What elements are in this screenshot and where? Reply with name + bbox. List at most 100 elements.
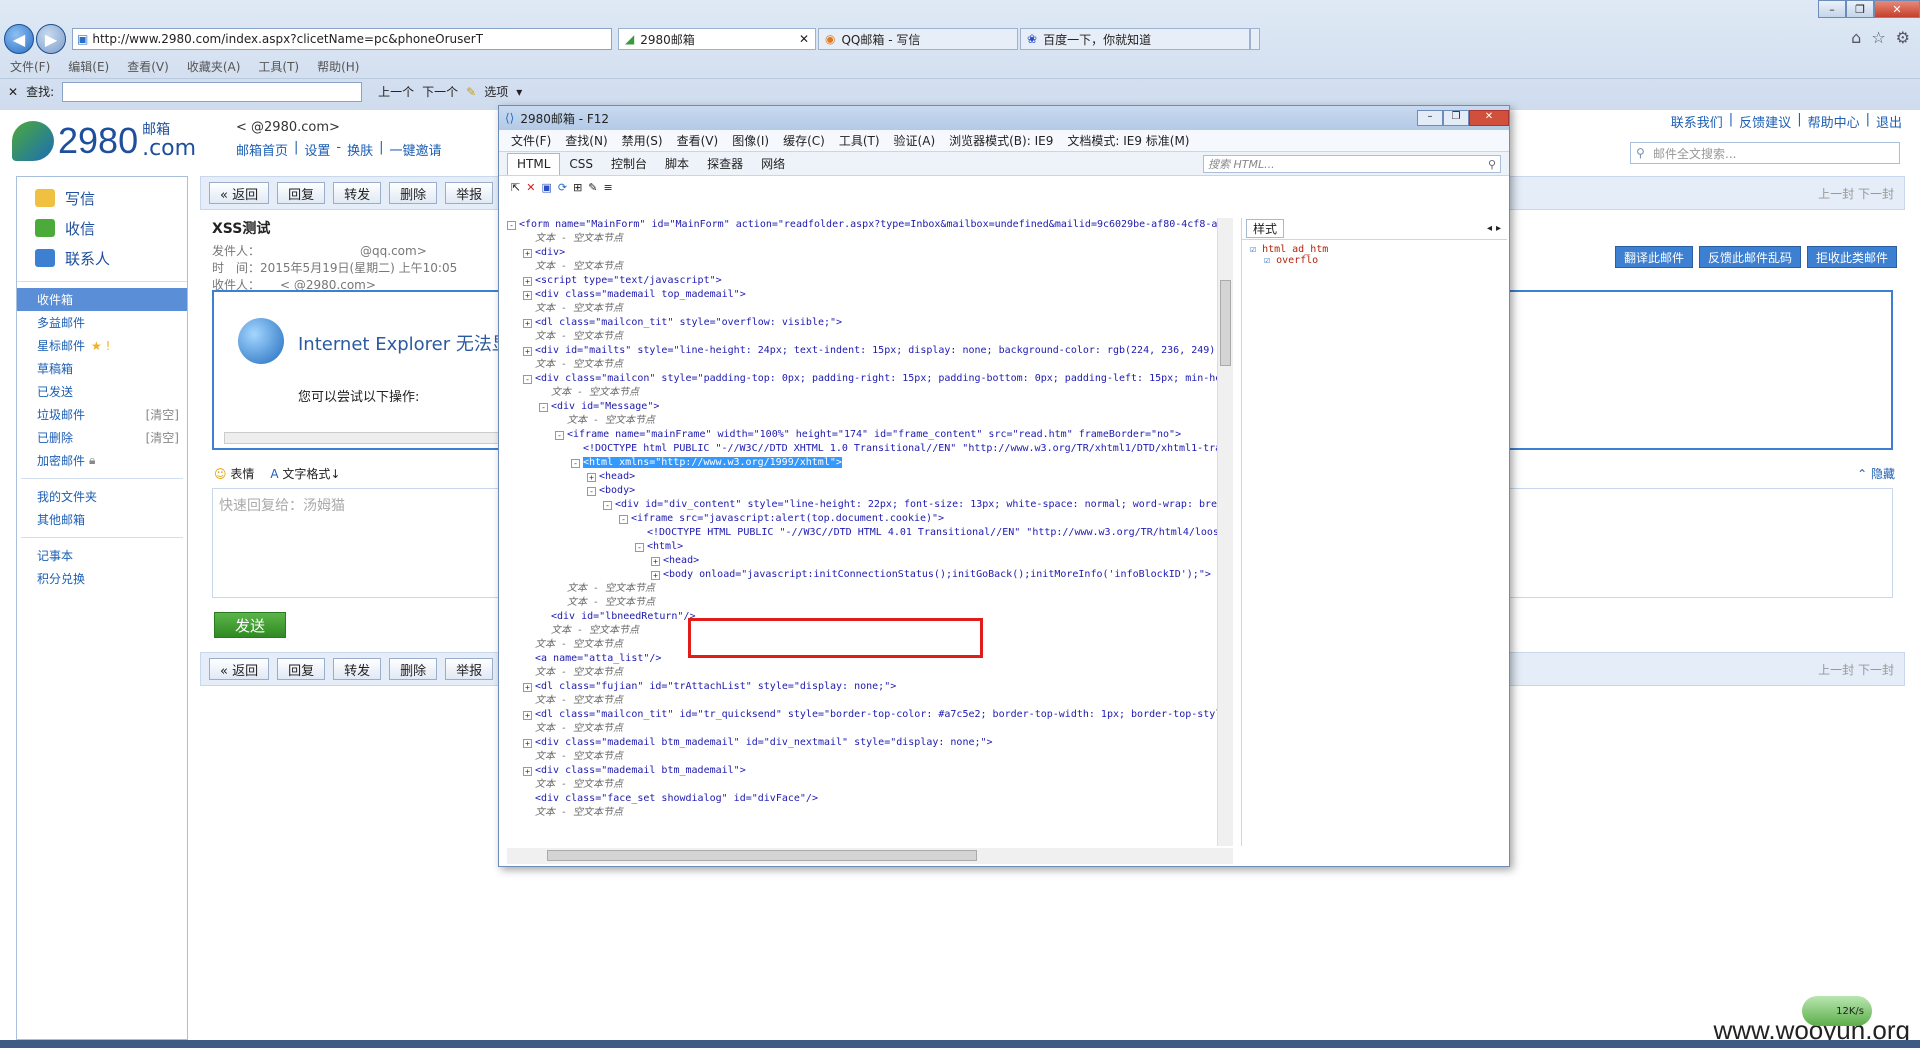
dom-tree-row[interactable]: 文本 - 空文本节点 bbox=[507, 666, 1223, 680]
compose-button[interactable]: 写信 bbox=[17, 183, 187, 213]
html-search-input[interactable]: 搜索 HTML... ⚲ bbox=[1203, 155, 1501, 173]
pager-links[interactable]: 上一封 下一封 bbox=[1818, 185, 1894, 202]
collapse-icon[interactable]: - bbox=[619, 515, 628, 524]
expand-icon[interactable]: + bbox=[523, 711, 532, 720]
collapse-icon[interactable]: - bbox=[587, 487, 596, 496]
dev-menu-disable[interactable]: 禁用(S) bbox=[622, 132, 663, 149]
pager-links[interactable]: 上一封 下一封 bbox=[1818, 661, 1894, 678]
menu-view[interactable]: 查看(V) bbox=[127, 58, 169, 75]
select-element-icon[interactable]: ⇱ bbox=[511, 181, 520, 194]
dom-tree-row[interactable]: 文本 - 空文本节点 bbox=[507, 386, 1223, 400]
find-input[interactable] bbox=[62, 81, 363, 102]
dom-tree-row[interactable]: - <html> bbox=[507, 540, 1223, 554]
forward-icon[interactable]: ▶ bbox=[36, 24, 66, 54]
collapse-button[interactable]: ⌃ 隐藏 bbox=[1857, 465, 1895, 482]
maximize-button[interactable]: ❐ bbox=[1443, 110, 1469, 126]
dom-tree-row[interactable]: 文本 - 空文本节点 bbox=[507, 694, 1223, 708]
close-button[interactable]: ✕ bbox=[1874, 0, 1920, 18]
dom-tree-row[interactable]: - <body> bbox=[507, 484, 1223, 498]
tab-profiler[interactable]: 探查器 bbox=[698, 153, 752, 175]
sidebar-item-notes[interactable]: 记事本 bbox=[17, 544, 187, 567]
dom-tree-row[interactable]: 文本 - 空文本节点 bbox=[507, 260, 1223, 274]
tab-console[interactable]: 控制台 bbox=[602, 153, 656, 175]
dom-tree-row[interactable]: <!DOCTYPE html PUBLIC "-//W3C//DTD XHTML… bbox=[507, 442, 1223, 456]
dom-tree-row[interactable]: - <iframe name="mainFrame" width="100%" h… bbox=[507, 428, 1223, 442]
tab-qq[interactable]: ◉ QQ邮箱 - 写信 bbox=[818, 28, 1018, 50]
link-feedback[interactable]: 反馈建议 bbox=[1739, 112, 1791, 131]
link-logout[interactable]: 退出 bbox=[1876, 112, 1902, 131]
sidebar-item-points[interactable]: 积分兑换 bbox=[17, 567, 187, 590]
back-icon[interactable]: ◀ bbox=[4, 24, 34, 54]
link-skin[interactable]: 换肤 bbox=[347, 140, 373, 159]
sidebar-item-sent[interactable]: 已发送 bbox=[17, 380, 187, 403]
sidebar-item-inbox[interactable]: 收件箱 bbox=[17, 288, 187, 311]
dom-tree-row[interactable]: - <div id="div_content" style="line-heigh… bbox=[507, 498, 1223, 512]
home-icon[interactable]: ⌂ bbox=[1851, 28, 1861, 47]
frame-scrollbar[interactable] bbox=[224, 432, 504, 444]
menu-help[interactable]: 帮助(H) bbox=[317, 58, 359, 75]
tree-horizontal-scrollbar[interactable] bbox=[507, 848, 1233, 864]
find-prev-button[interactable]: 上一个 bbox=[378, 83, 414, 100]
dev-menu-cache[interactable]: 缓存(C) bbox=[783, 132, 825, 149]
dom-tree-row[interactable]: 文本 - 空文本节点 bbox=[507, 722, 1223, 736]
dom-tree-row[interactable]: + <div class="mademail btm_mademail"> bbox=[507, 764, 1223, 778]
collapse-icon[interactable]: - bbox=[539, 403, 548, 412]
style-rule[interactable]: ☑ overflo bbox=[1250, 255, 1499, 266]
dom-tree-row[interactable]: - <div class="mailcon" style="padding-top… bbox=[507, 372, 1223, 386]
sidebar-item-my-folders[interactable]: 我的文件夹 bbox=[17, 485, 187, 508]
highlight-icon[interactable]: ✎ bbox=[466, 85, 476, 99]
dom-tree-row[interactable]: - <form name="MainForm" id="MainForm" act… bbox=[507, 218, 1223, 232]
dom-tree-row[interactable]: 文本 - 空文本节点 bbox=[507, 232, 1223, 246]
menu-favorites[interactable]: 收藏夹(A) bbox=[187, 58, 241, 75]
expand-icon[interactable]: + bbox=[523, 249, 532, 258]
delete-button[interactable]: 删除 bbox=[389, 658, 438, 680]
close-button[interactable]: ✕ bbox=[1469, 110, 1509, 126]
menu-tools[interactable]: 工具(T) bbox=[258, 58, 299, 75]
sidebar-item-encrypted[interactable]: 加密邮件 🔒︎ bbox=[17, 449, 187, 472]
send-button[interactable]: 发送 bbox=[214, 612, 286, 638]
dom-tree-row[interactable]: 文本 - 空文本节点 bbox=[507, 302, 1223, 316]
menu-edit[interactable]: 编辑(E) bbox=[68, 58, 109, 75]
scroll-thumb[interactable] bbox=[1220, 280, 1231, 366]
chevron-left-icon[interactable]: ◂ bbox=[1487, 223, 1492, 234]
translate-button[interactable]: 翻译此邮件 bbox=[1614, 246, 1693, 268]
expand-icon[interactable]: + bbox=[523, 739, 532, 748]
expand-icon[interactable]: + bbox=[523, 347, 532, 356]
sidebar-item-spam[interactable]: 垃圾邮件 [清空] bbox=[17, 403, 187, 426]
clear-spam-link[interactable]: [清空] bbox=[146, 406, 179, 423]
dom-tree-row[interactable]: 文本 - 空文本节点 bbox=[507, 414, 1223, 428]
chevron-down-icon[interactable]: ▾ bbox=[516, 85, 522, 99]
dev-menu-view[interactable]: 查看(V) bbox=[677, 132, 719, 149]
maximize-button[interactable]: ❐ bbox=[1846, 0, 1874, 18]
dom-tree-row[interactable]: 文本 - 空文本节点 bbox=[507, 750, 1223, 764]
dom-icon[interactable]: ⊞ bbox=[573, 181, 582, 194]
dom-tree-row[interactable]: 文本 - 空文本节点 bbox=[507, 596, 1223, 610]
report-garbled-button[interactable]: 反馈此邮件乱码 bbox=[1698, 246, 1801, 268]
tab-css[interactable]: CSS bbox=[560, 153, 602, 175]
style-tab[interactable]: 样式 bbox=[1246, 219, 1285, 238]
sidebar-item-other-mail[interactable]: 其他邮箱 bbox=[17, 508, 187, 531]
close-find-icon[interactable]: ✕ bbox=[8, 85, 18, 99]
favorites-icon[interactable]: ☆ bbox=[1871, 28, 1885, 47]
menu-file[interactable]: 文件(F) bbox=[10, 58, 50, 75]
collapse-icon[interactable]: - bbox=[523, 375, 532, 384]
find-next-button[interactable]: 下一个 bbox=[422, 83, 458, 100]
dom-tree-row[interactable]: + <body onload="javascript:initConnection… bbox=[507, 568, 1223, 582]
link-mail-home[interactable]: 邮箱首页 bbox=[236, 140, 288, 159]
report-button[interactable]: 举报 bbox=[445, 658, 494, 680]
user-address[interactable]: < @2980.com> bbox=[236, 120, 340, 135]
expand-icon[interactable]: + bbox=[651, 571, 660, 580]
tab-network[interactable]: 网络 bbox=[752, 153, 794, 175]
minimize-button[interactable]: – bbox=[1417, 110, 1443, 126]
dom-tree-row[interactable]: + <div> bbox=[507, 246, 1223, 260]
back-button[interactable]: « 返回 bbox=[209, 658, 270, 680]
collapse-icon[interactable]: - bbox=[603, 501, 612, 510]
save-icon[interactable]: ▣ bbox=[541, 181, 551, 194]
block-similar-button[interactable]: 拒收此类邮件 bbox=[1806, 246, 1897, 268]
reply-button[interactable]: 回复 bbox=[277, 182, 326, 204]
delete-button[interactable]: 删除 bbox=[389, 182, 438, 204]
clear-icon[interactable]: ✕ bbox=[526, 181, 535, 194]
back-button[interactable]: « 返回 bbox=[209, 182, 270, 204]
dom-tree-row[interactable]: 文本 - 空文本节点 bbox=[507, 778, 1223, 792]
dev-menu-images[interactable]: 图像(I) bbox=[732, 132, 769, 149]
